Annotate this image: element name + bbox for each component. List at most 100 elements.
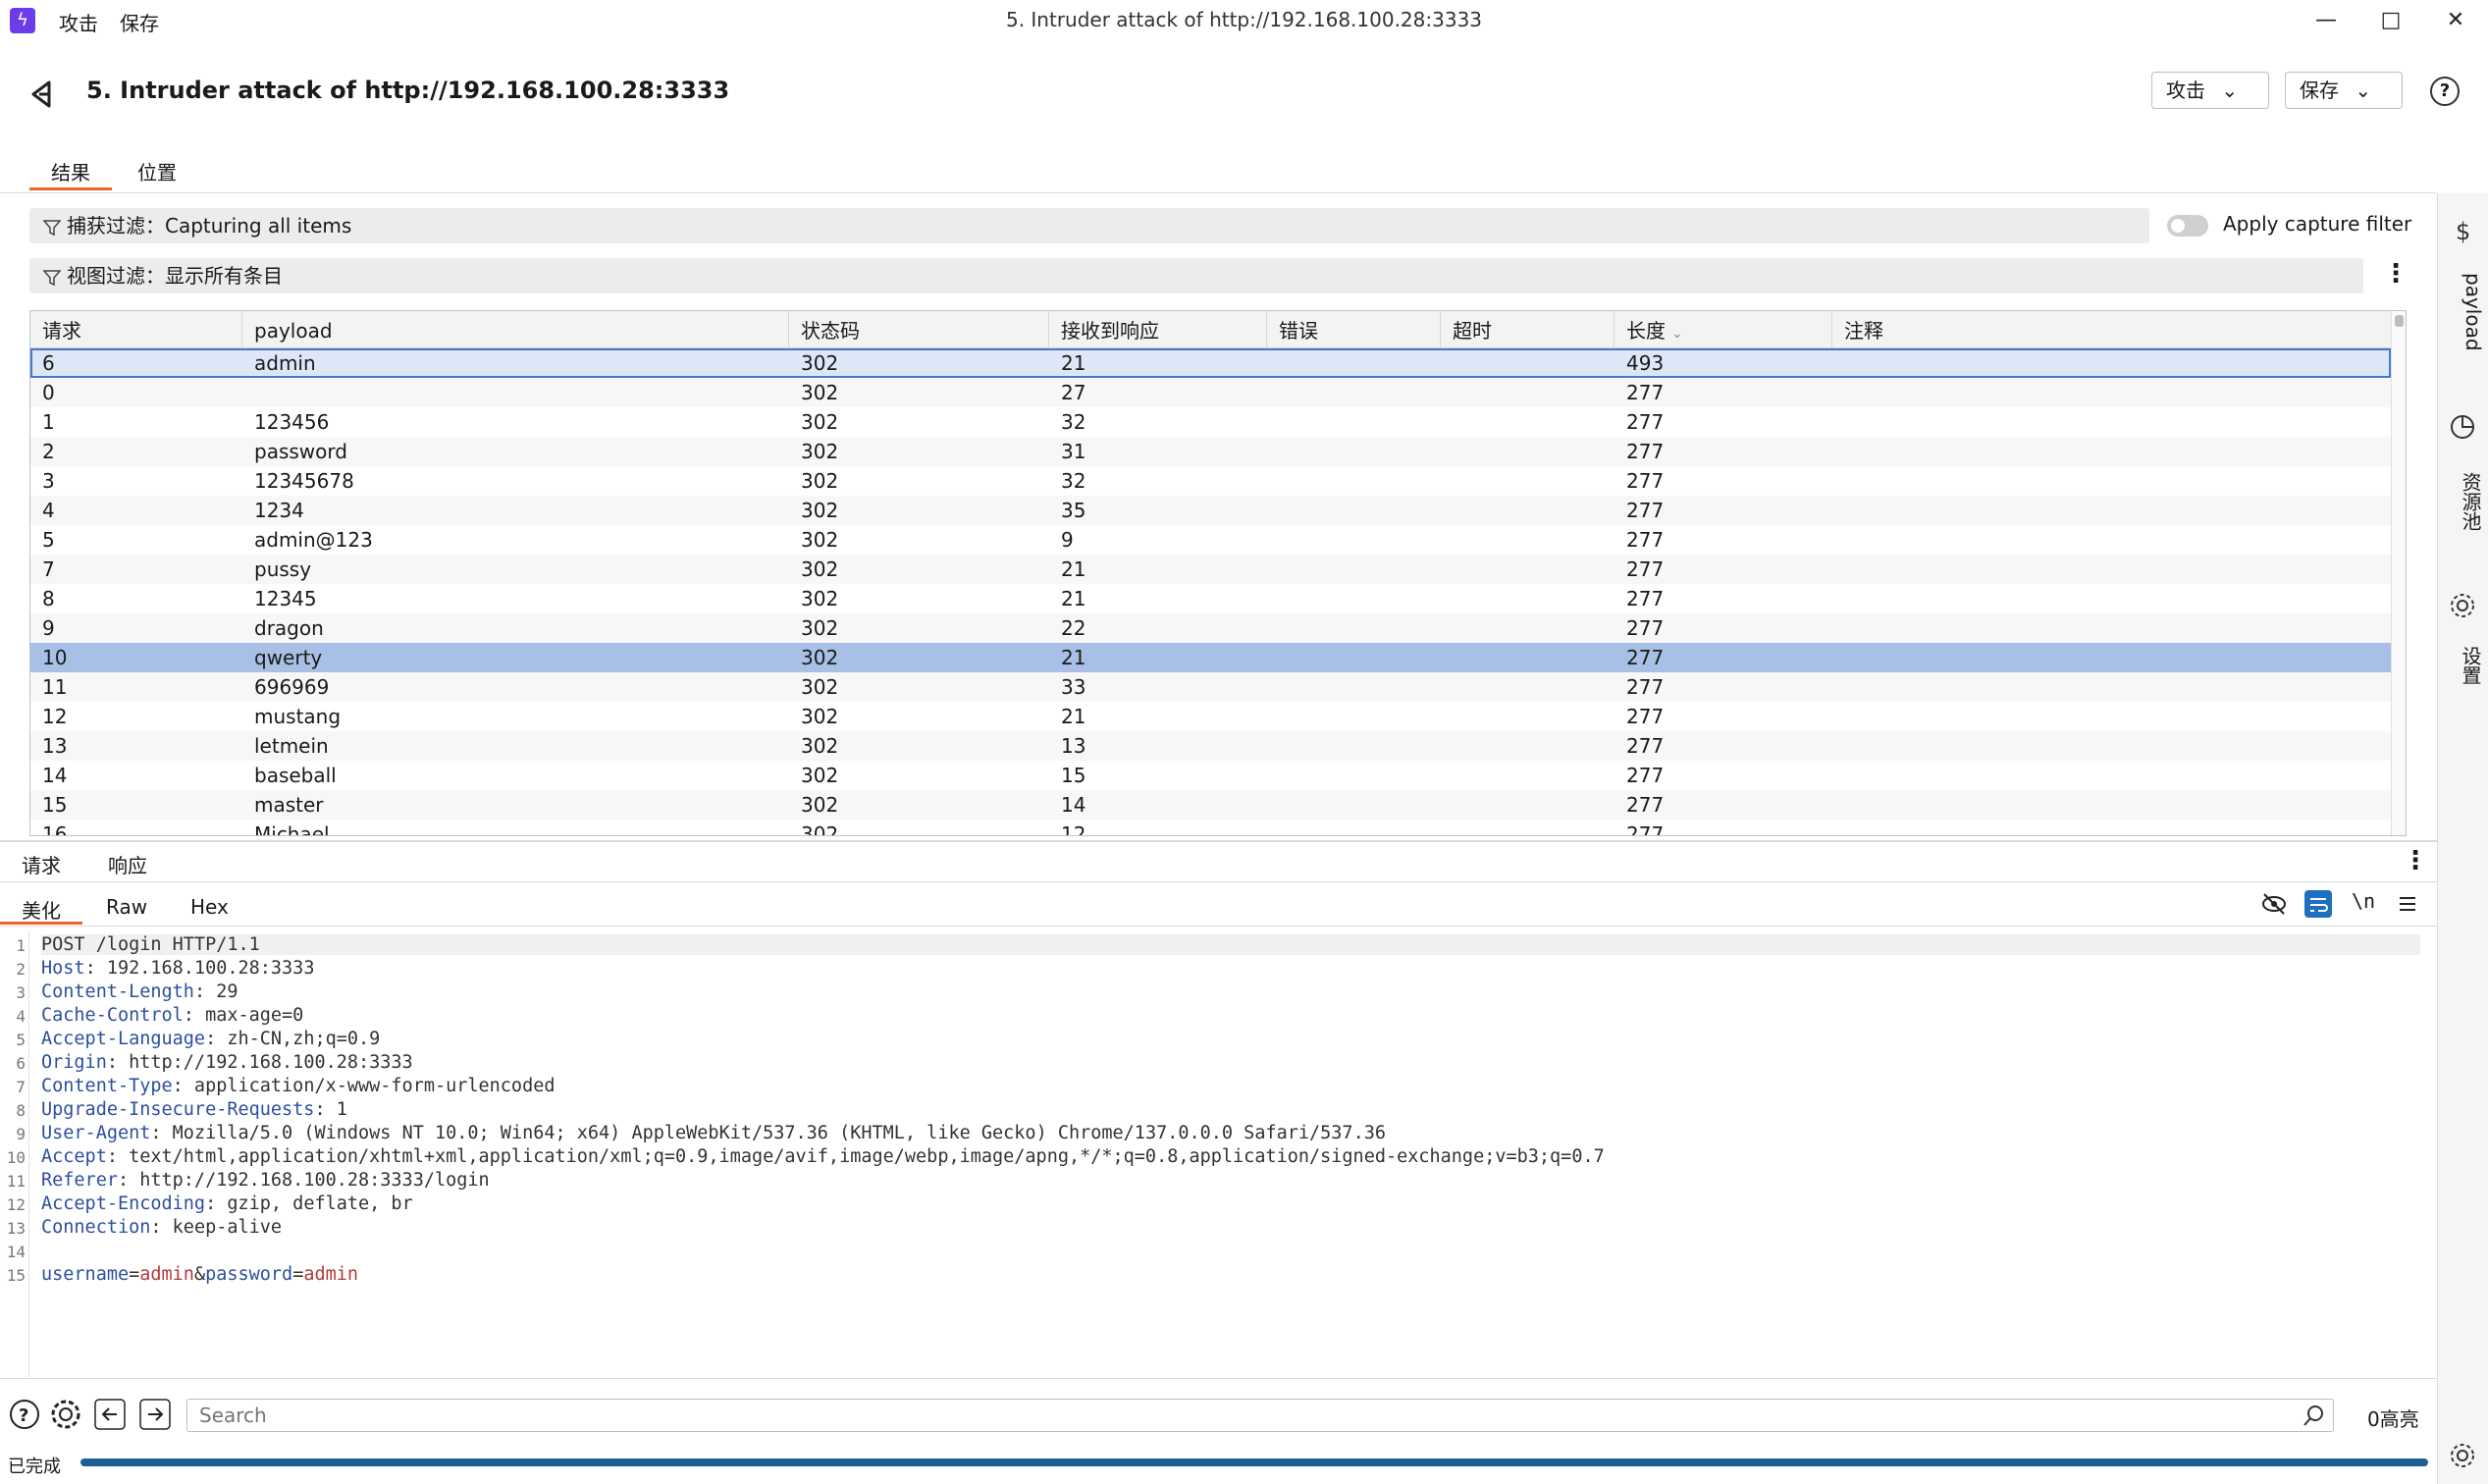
table-row[interactable]: 6 admin 302 21 493	[30, 348, 2391, 378]
table-row[interactable]: 2 password 302 31 277	[30, 437, 2391, 466]
table-row[interactable]: 12 mustang 302 21 277	[30, 702, 2391, 731]
line-number: 3	[16, 983, 26, 1002]
cell-response-received: 31	[1061, 440, 1086, 463]
table-row[interactable]: 11 696969 302 33 277	[30, 672, 2391, 702]
window-title: 5. Intruder attack of http://192.168.100…	[1005, 8, 1483, 31]
cell-request: 10	[42, 646, 68, 669]
cell-length: 277	[1626, 822, 1665, 836]
request-editor[interactable]: 1 2 3 4 5 6 7 8 9 10 11 12 13 14 15 POST /login HTTP/1…	[0, 930, 2437, 1377]
close-button[interactable]: ✕	[2426, 4, 2485, 37]
table-row[interactable]: 15 master 302 14 277	[30, 790, 2391, 820]
sidebar-item-resource-pool[interactable]: 资源池	[2442, 457, 2485, 546]
more-options-icon[interactable]: ⋮	[2403, 846, 2428, 875]
line-number: 13	[6, 1219, 26, 1238]
cell-status: 302	[801, 528, 839, 552]
cell-status: 302	[801, 440, 839, 463]
column-header-error[interactable]: 错误	[1267, 311, 1441, 348]
table-row[interactable]: 8 12345 302 21 277	[30, 584, 2391, 613]
line-number: 1	[16, 936, 26, 955]
line-number: 14	[6, 1243, 26, 1261]
scrollbar-thumb[interactable]	[2395, 315, 2404, 327]
search-icon[interactable]	[2303, 1404, 2326, 1427]
table-row[interactable]: 13 letmein 302 13 277	[30, 731, 2391, 761]
apply-capture-filter-label: Apply capture filter	[2223, 212, 2412, 236]
tab-results[interactable]: 结果	[29, 157, 112, 190]
cell-length: 277	[1626, 499, 1665, 522]
cell-length: 277	[1626, 410, 1665, 434]
tab-hex[interactable]: Hex	[190, 893, 229, 925]
word-wrap-icon[interactable]	[2303, 889, 2333, 919]
minimize-button[interactable]: —	[2297, 4, 2356, 37]
help-icon[interactable]: ?	[8, 1398, 41, 1431]
table-scrollbar[interactable]	[2391, 311, 2406, 835]
table-row[interactable]: 0 302 27 277	[30, 378, 2391, 407]
cell-response-received: 27	[1061, 381, 1086, 404]
help-icon[interactable]: ?	[2430, 77, 2460, 106]
cell-status: 302	[801, 469, 839, 493]
header-value: keep-alive	[161, 1217, 283, 1238]
sidebar-item-payload[interactable]: payload	[2442, 263, 2485, 361]
header-value: zh-CN,zh;q=0.9	[216, 1029, 381, 1049]
arrow-right-icon[interactable]	[138, 1398, 172, 1431]
header-name: Host	[41, 958, 85, 979]
view-filter-bar[interactable]: 视图过滤：显示所有条目	[29, 258, 2363, 293]
search-input[interactable]	[186, 1399, 2334, 1432]
tab-request[interactable]: 请求	[22, 850, 61, 878]
newline-toggle-button[interactable]: \n	[2352, 889, 2375, 913]
cell-status: 302	[801, 822, 839, 836]
eye-slash-icon[interactable]	[2259, 889, 2289, 919]
cell-status: 302	[801, 793, 839, 817]
column-header-request[interactable]: 请求	[30, 311, 242, 348]
more-options-icon[interactable]: ⋮	[2383, 259, 2409, 289]
column-header-length[interactable]: 长度 ⌄	[1615, 311, 1832, 348]
maximize-button[interactable]: □	[2361, 4, 2420, 37]
column-header-response-received[interactable]: 接收到响应	[1049, 311, 1267, 348]
gear-icon[interactable]	[49, 1398, 82, 1431]
cell-request: 3	[42, 469, 55, 493]
cell-payload: password	[254, 440, 347, 463]
line-number: 8	[16, 1101, 26, 1120]
divider	[0, 1378, 2437, 1379]
cell-response-received: 21	[1061, 646, 1086, 669]
tab-response[interactable]: 响应	[108, 850, 147, 878]
cell-response-received: 14	[1061, 793, 1086, 817]
cell-length: 277	[1626, 675, 1665, 699]
tab-positions[interactable]: 位置	[137, 157, 177, 190]
cell-payload: qwerty	[254, 646, 323, 669]
pane-splitter[interactable]	[0, 840, 2437, 842]
table-row[interactable]: 10 qwerty 302 21 277	[30, 643, 2391, 672]
column-header-status[interactable]: 状态码	[789, 311, 1049, 348]
tab-pretty[interactable]: 美化	[0, 893, 82, 925]
tab-raw[interactable]: Raw	[106, 893, 147, 925]
code-line: Host: 192.168.100.28:3333	[41, 958, 315, 979]
capture-filter-bar[interactable]: 捕获过滤：Capturing all items	[29, 208, 2149, 243]
table-row[interactable]: 1 123456 302 32 277	[30, 407, 2391, 437]
back-arrow-icon[interactable]	[24, 75, 63, 114]
column-header-payload[interactable]: payload	[242, 311, 789, 348]
cell-response-received: 33	[1061, 675, 1086, 699]
table-row[interactable]: 5 admin@123 302 9 277	[30, 525, 2391, 555]
table-row[interactable]: 4 1234 302 35 277	[30, 496, 2391, 525]
hamburger-menu-icon[interactable]	[2393, 889, 2422, 919]
gear-icon[interactable]	[2448, 1441, 2477, 1470]
cell-length: 277	[1626, 381, 1665, 404]
table-row[interactable]: 9 dragon 302 22 277	[30, 613, 2391, 643]
capture-filter-text: 捕获过滤：Capturing all items	[67, 214, 352, 238]
table-row[interactable]: 7 pussy 302 21 277	[30, 555, 2391, 584]
column-header-timeout[interactable]: 超时	[1441, 311, 1615, 348]
line-number: 4	[16, 1007, 26, 1026]
arrow-left-icon[interactable]	[93, 1398, 127, 1431]
save-dropdown-button[interactable]: 保存 ⌄	[2285, 72, 2403, 109]
cell-response-received: 12	[1061, 822, 1086, 836]
table-row[interactable]: 16 Michael 302 12 277	[30, 820, 2391, 836]
attack-dropdown-button[interactable]: 攻击 ⌄	[2151, 72, 2269, 109]
header-value: application/x-www-form-urlencoded	[183, 1076, 556, 1096]
column-header-comment[interactable]: 注释	[1832, 311, 2391, 348]
cell-response-received: 22	[1061, 616, 1086, 640]
sidebar-item-settings[interactable]: 设置	[2442, 636, 2485, 695]
table-row[interactable]: 3 12345678 302 32 277	[30, 466, 2391, 496]
cell-length: 493	[1626, 351, 1665, 375]
cell-request: 5	[42, 528, 55, 552]
cell-payload: 696969	[254, 675, 330, 699]
table-row[interactable]: 14 baseball 302 15 277	[30, 761, 2391, 790]
